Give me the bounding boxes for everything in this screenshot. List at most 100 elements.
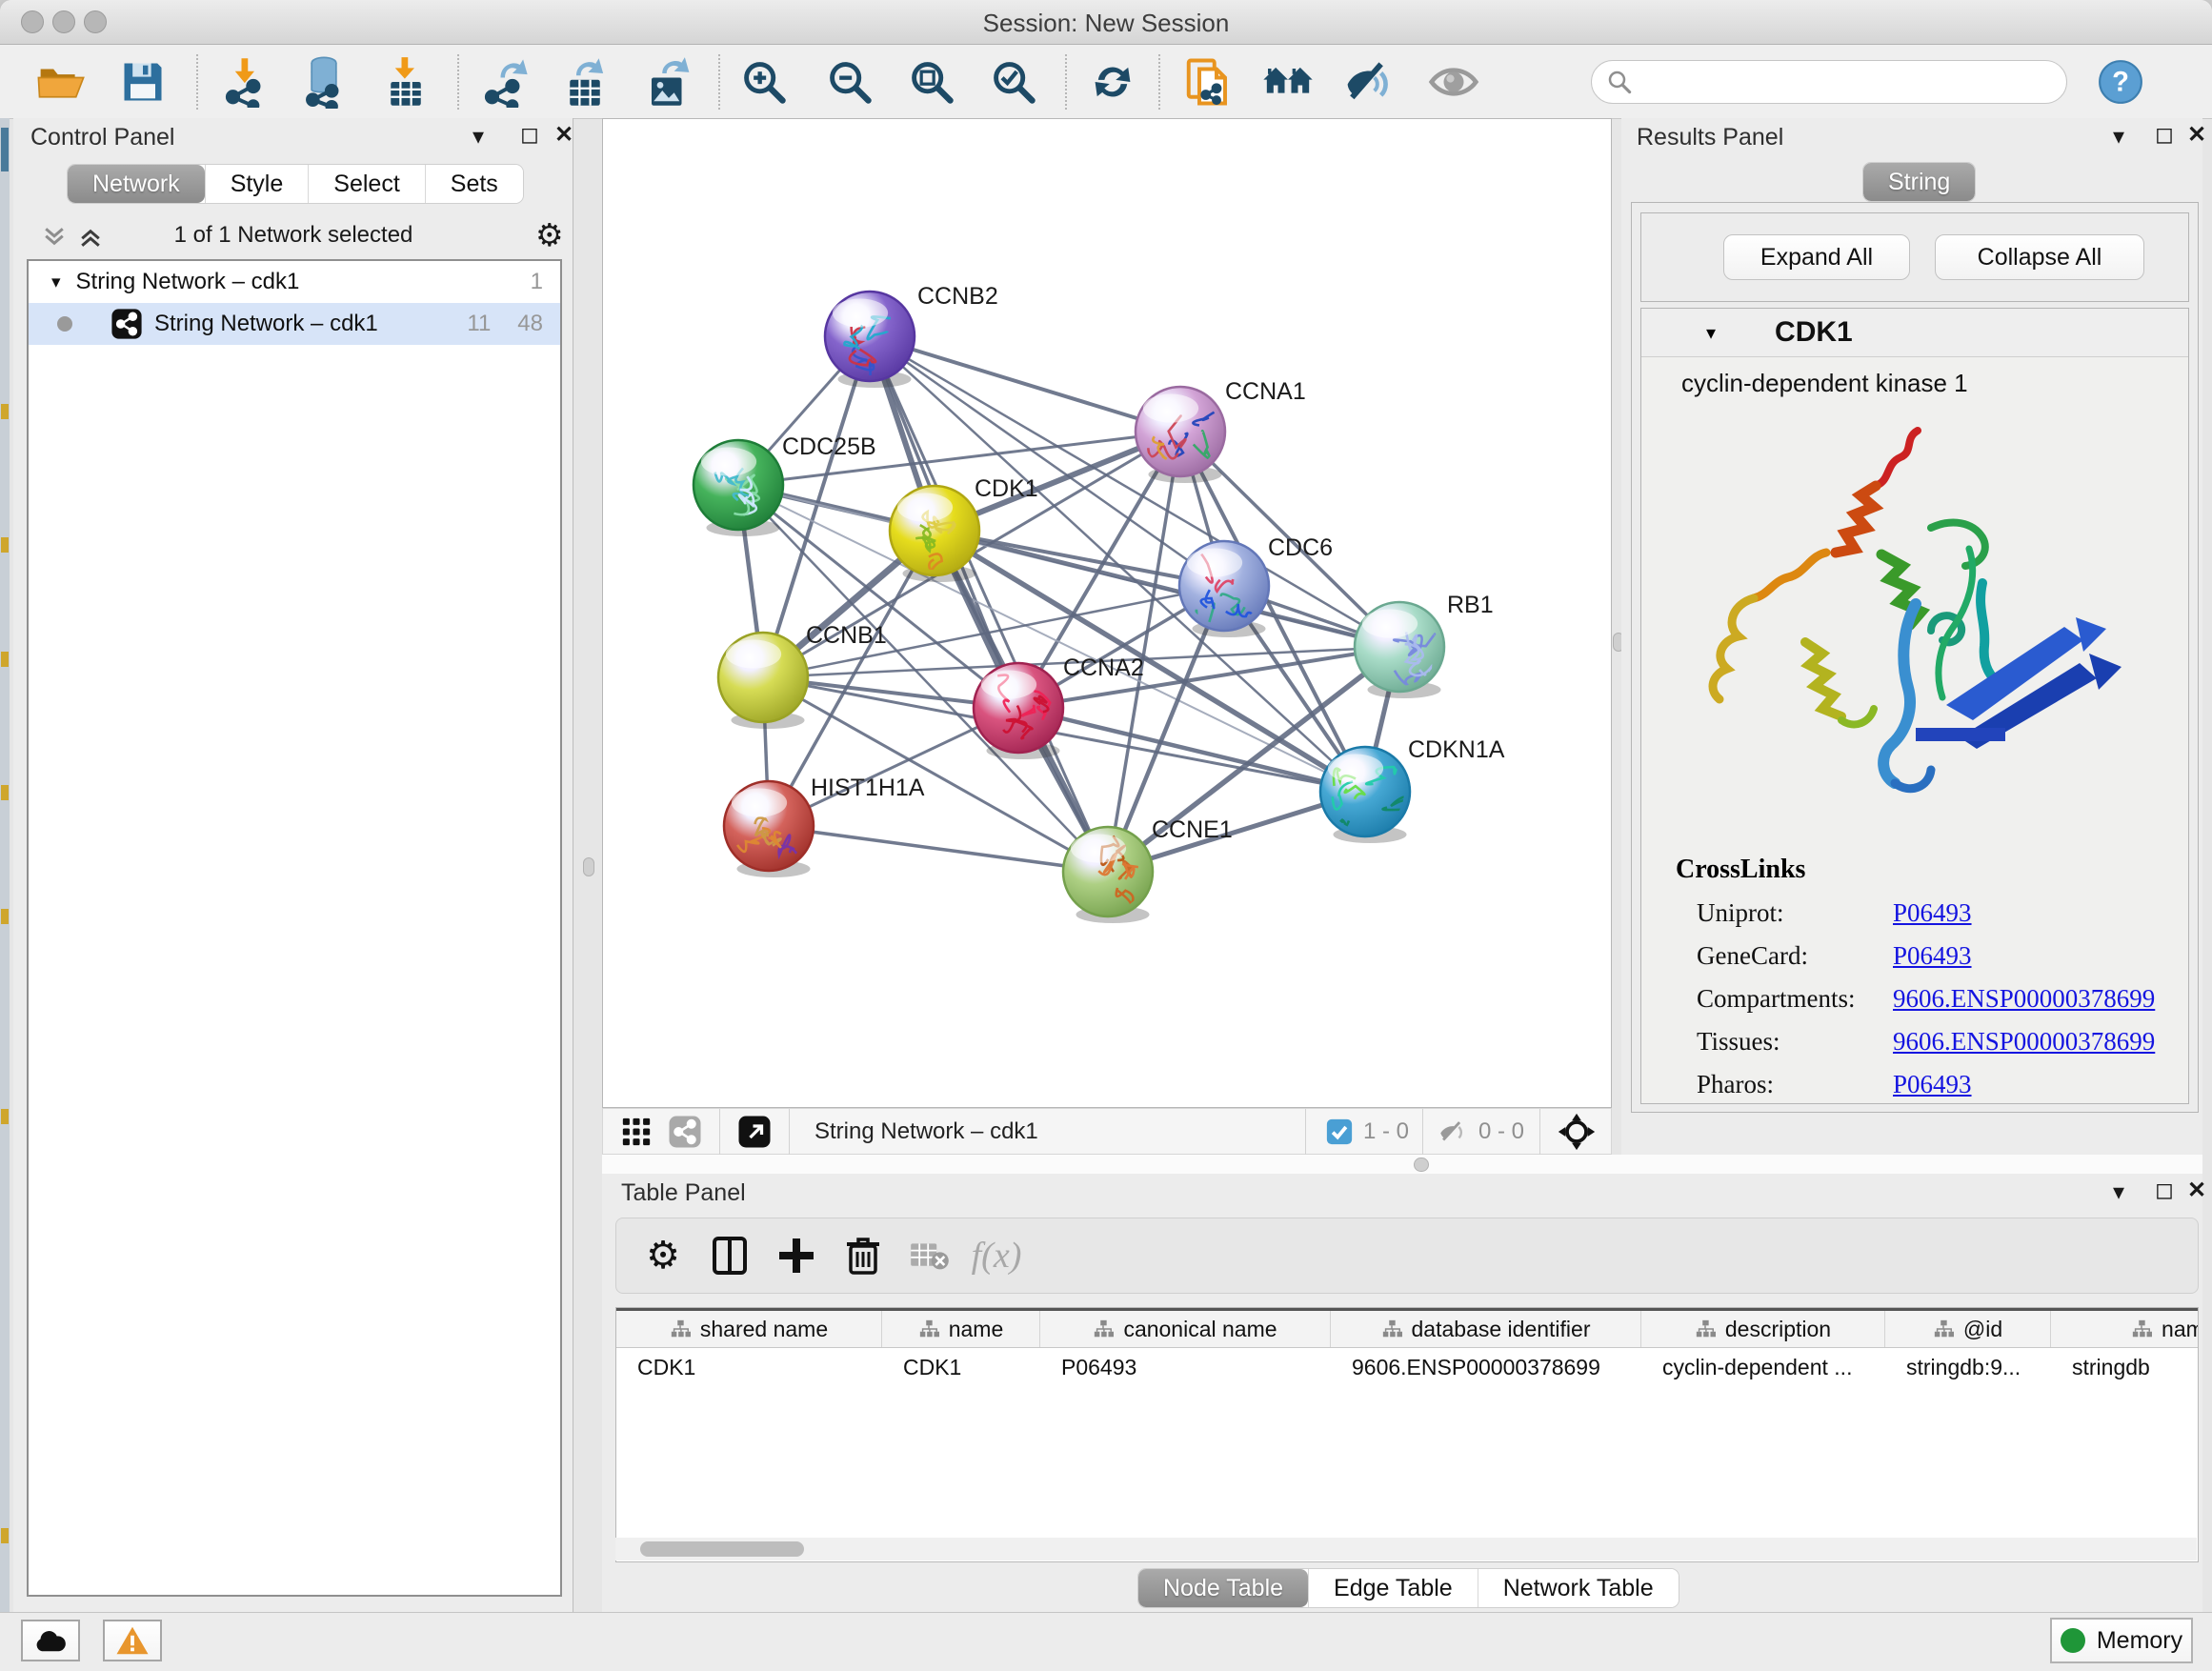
table-panel-close-icon[interactable]: ✕ xyxy=(2187,1179,2206,1202)
tab-string[interactable]: String xyxy=(1863,163,1975,201)
table-cell[interactable]: 9606.ENSP00000378699 xyxy=(1331,1355,1641,1380)
selected-checkbox-icon[interactable] xyxy=(1325,1117,1354,1146)
gene-section-header[interactable]: ▾ CDK1 xyxy=(1641,309,2188,357)
zoom-out-button[interactable] xyxy=(823,55,876,109)
import-network-database-button[interactable] xyxy=(297,55,351,109)
tab-style[interactable]: Style xyxy=(205,165,309,203)
import-table-button[interactable] xyxy=(379,55,432,109)
crosslink-value-link[interactable]: P06493 xyxy=(1893,1070,1972,1099)
control-panel-menu-icon[interactable]: ▾ xyxy=(473,126,484,149)
detach-view-icon[interactable] xyxy=(737,1115,772,1149)
table-cell[interactable]: stringdb xyxy=(2051,1355,2199,1380)
zoom-fit-icon xyxy=(907,57,956,107)
new-network-from-selection-button[interactable] xyxy=(1181,55,1235,109)
expand-all-button[interactable]: Expand All xyxy=(1723,234,1910,280)
column-header[interactable]: namespace xyxy=(2051,1311,2199,1347)
column-header[interactable]: shared name xyxy=(616,1311,882,1347)
results-panel-close-icon[interactable]: ✕ xyxy=(2187,124,2206,147)
tree-expander-icon[interactable]: ▾ xyxy=(51,272,61,293)
control-panel-close-icon[interactable]: ✕ xyxy=(554,124,573,147)
delete-columns-trash-icon[interactable] xyxy=(830,1227,896,1284)
table-hscrollbar-thumb[interactable] xyxy=(640,1541,804,1557)
help-button[interactable]: ? xyxy=(2094,55,2147,109)
search-input[interactable] xyxy=(1634,68,2038,96)
control-panel-float-icon[interactable]: ◻ xyxy=(520,124,539,147)
column-header[interactable]: canonical name xyxy=(1040,1311,1331,1347)
column-header[interactable]: @id xyxy=(1885,1311,2051,1347)
zoom-fit-button[interactable] xyxy=(905,55,958,109)
tab-network[interactable]: Network xyxy=(68,165,205,203)
column-type-icon xyxy=(1695,1319,1716,1339)
network-node[interactable]: CCNB1 xyxy=(718,622,887,729)
network-node[interactable]: CCNE1 xyxy=(1063,816,1233,923)
export-network-button[interactable] xyxy=(478,55,532,109)
cloud-button[interactable] xyxy=(21,1620,80,1661)
network-edge[interactable] xyxy=(870,336,1180,432)
export-table-button[interactable] xyxy=(558,55,612,109)
crosslink-value-link[interactable]: 9606.ENSP00000378699 xyxy=(1893,984,2155,1014)
table-mode-gear-icon[interactable]: ⚙ xyxy=(630,1227,696,1284)
birdseye-navigator-icon[interactable] xyxy=(1558,1113,1596,1151)
table-cell[interactable]: CDK1 xyxy=(616,1355,882,1380)
network-label: String Network – cdk1 xyxy=(154,311,378,337)
table-panel-float-icon[interactable]: ◻ xyxy=(2155,1179,2174,1202)
tab-network-table[interactable]: Network Table xyxy=(1478,1569,1679,1607)
table-hscrollbar[interactable] xyxy=(615,1538,2197,1560)
collapse-all-button[interactable]: Collapse All xyxy=(1935,234,2144,280)
network-node[interactable]: CDC6 xyxy=(1179,534,1333,637)
zoom-in-button[interactable] xyxy=(737,55,791,109)
results-panel-float-icon[interactable]: ◻ xyxy=(2155,124,2174,147)
grid-view-icon[interactable] xyxy=(620,1116,653,1148)
network-row[interactable]: String Network – cdk1 11 48 xyxy=(29,303,560,345)
crosslink-value-link[interactable]: 9606.ENSP00000378699 xyxy=(1893,1027,2155,1057)
save-session-button[interactable] xyxy=(116,55,170,109)
table-cell[interactable]: stringdb:9... xyxy=(1885,1355,2051,1380)
table-cell[interactable]: cyclin-dependent ... xyxy=(1641,1355,1885,1380)
table-cell[interactable]: P06493 xyxy=(1040,1355,1331,1380)
hide-selection-button[interactable] xyxy=(1343,55,1397,109)
horizontal-splitter-handle[interactable] xyxy=(1414,1158,1429,1172)
results-panel-menu-icon[interactable]: ▾ xyxy=(2113,126,2124,149)
tab-select[interactable]: Select xyxy=(308,165,424,203)
zoom-selected-button[interactable] xyxy=(987,55,1040,109)
import-network-file-button[interactable] xyxy=(219,55,272,109)
horizontal-splitter[interactable] xyxy=(602,1155,2202,1174)
crosslink-value-link[interactable]: P06493 xyxy=(1893,941,1972,971)
network-node[interactable]: RB1 xyxy=(1355,592,1494,698)
network-edge[interactable] xyxy=(769,826,1108,872)
table-cell[interactable]: CDK1 xyxy=(882,1355,1040,1380)
tab-node-table[interactable]: Node Table xyxy=(1138,1569,1308,1607)
table-panel-menu-icon[interactable]: ▾ xyxy=(2113,1181,2124,1204)
export-image-button[interactable] xyxy=(642,55,695,109)
open-session-button[interactable] xyxy=(34,55,88,109)
section-expander-icon[interactable]: ▾ xyxy=(1706,321,1716,345)
network-collection-row[interactable]: ▾ String Network – cdk1 1 xyxy=(29,261,560,303)
first-neighbors-button[interactable] xyxy=(1261,55,1315,109)
memory-button[interactable]: Memory xyxy=(2050,1618,2193,1663)
network-node[interactable]: CCNB2 xyxy=(825,283,998,388)
create-column-icon[interactable] xyxy=(763,1227,830,1284)
warnings-button[interactable] xyxy=(103,1620,162,1661)
network-canvas[interactable]: CCNB2CCNA1CDC25BCDK1CDC6RB1CCNB1CCNA2CDK… xyxy=(602,118,1612,1108)
crosslinks-title: CrossLinks xyxy=(1676,855,2188,885)
column-header[interactable]: name xyxy=(882,1311,1040,1347)
show-columns-icon[interactable] xyxy=(696,1227,763,1284)
network-options-gear-icon[interactable]: ⚙ xyxy=(535,216,564,253)
eye-slash-icon xyxy=(1343,55,1397,109)
network-node[interactable]: CDKN1A xyxy=(1320,736,1505,843)
crosslink-value-link[interactable]: P06493 xyxy=(1893,898,1972,928)
column-header[interactable]: database identifier xyxy=(1331,1311,1641,1347)
network-node[interactable]: CCNA1 xyxy=(1136,378,1306,483)
table-row[interactable]: CDK1CDK1P064939606.ENSP00000378699cyclin… xyxy=(616,1348,2198,1386)
search-field[interactable] xyxy=(1591,60,2067,104)
crosslink-label: Compartments: xyxy=(1697,984,1893,1014)
show-all-button[interactable] xyxy=(1427,55,1480,109)
tab-edge-table[interactable]: Edge Table xyxy=(1308,1569,1478,1607)
left-splitter-handle[interactable] xyxy=(583,857,594,876)
hidden-eye-icon[interactable] xyxy=(1437,1116,1469,1148)
column-header[interactable]: description xyxy=(1641,1311,1885,1347)
refresh-button[interactable] xyxy=(1086,55,1139,109)
network-view-icon[interactable] xyxy=(668,1115,702,1149)
tab-sets[interactable]: Sets xyxy=(425,165,523,203)
network-edge[interactable] xyxy=(1018,708,1365,792)
